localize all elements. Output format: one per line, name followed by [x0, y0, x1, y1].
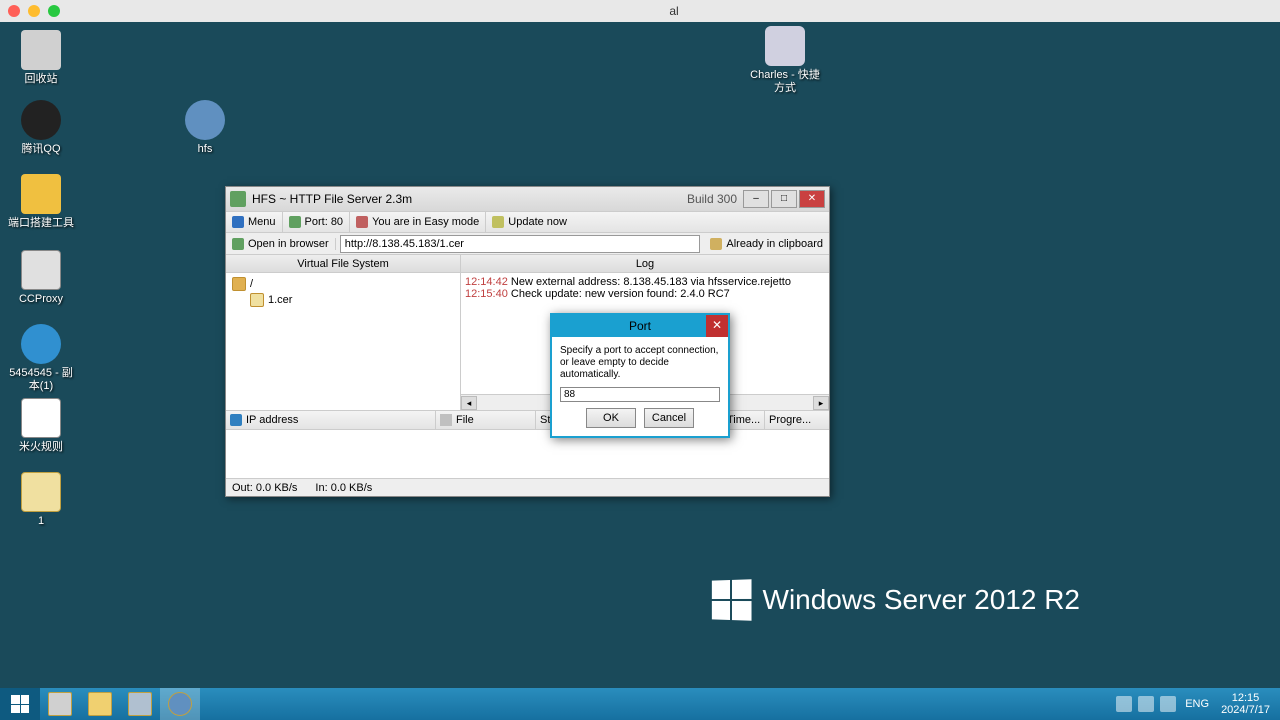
start-icon — [11, 695, 29, 713]
windows-logo-icon — [711, 579, 751, 620]
titlebar[interactable]: HFS ~ HTTP File Server 2.3m Build 300 – … — [226, 187, 829, 211]
easy-mode-button[interactable]: You are in Easy mode — [350, 212, 486, 232]
minimize-button[interactable]: – — [743, 190, 769, 208]
desktop-icon-hfs[interactable]: hfs — [170, 100, 240, 156]
globe-icon — [230, 414, 242, 426]
system-tray: ENG 12:15 2024/7/17 — [1113, 692, 1280, 716]
close-button[interactable]: ✕ — [799, 190, 825, 208]
file-icon — [440, 414, 452, 426]
taskbar-server-manager[interactable] — [40, 688, 80, 720]
mac-zoom[interactable] — [48, 5, 60, 17]
mac-minimize[interactable] — [28, 5, 40, 17]
vfs-panel: Virtual File System / 1.cer — [226, 255, 461, 410]
open-browser-button[interactable]: Open in browser — [226, 238, 336, 250]
tray-language[interactable]: ENG — [1185, 698, 1209, 710]
tree-root[interactable]: / — [232, 276, 454, 292]
tray-network-icon[interactable] — [1138, 696, 1154, 712]
col-progress[interactable]: Progre... — [765, 411, 829, 429]
taskbar-hfs[interactable] — [160, 688, 200, 720]
cancel-button[interactable]: Cancel — [644, 408, 694, 428]
desktop-icon-recycle[interactable]: 回收站 — [6, 30, 76, 86]
hfs-window: HFS ~ HTTP File Server 2.3m Build 300 – … — [225, 186, 830, 497]
status-in: In: 0.0 KB/s — [315, 482, 372, 494]
app-icon — [230, 191, 246, 207]
update-button[interactable]: Update now — [486, 212, 573, 232]
desktop-icon-rules[interactable]: 米火规则 — [6, 398, 76, 454]
port-input[interactable] — [560, 387, 720, 402]
menu-button[interactable]: Menu — [226, 212, 283, 232]
dialog-title: Port — [629, 319, 651, 333]
vfs-tree[interactable]: / 1.cer — [226, 273, 460, 410]
folder-icon — [232, 277, 246, 291]
status-bar: Out: 0.0 KB/s In: 0.0 KB/s — [226, 478, 829, 496]
address-bar: Open in browser Already in clipboard — [226, 233, 829, 255]
desktop-icon-charles[interactable]: Charles - 快捷方式 — [750, 26, 820, 95]
port-dialog: Port ✕ Specify a port to accept connecti… — [550, 313, 730, 438]
tree-item[interactable]: 1.cer — [250, 292, 454, 308]
cert-icon — [250, 293, 264, 307]
clipboard-icon — [710, 238, 722, 250]
desktop-icon-qq[interactable]: 腾讯QQ — [6, 100, 76, 156]
desktop-icon-port-tool[interactable]: 端口搭建工具 — [6, 174, 76, 230]
tray-sound-icon[interactable] — [1160, 696, 1176, 712]
build-label: Build 300 — [687, 192, 737, 206]
desktop-icon-ie[interactable]: 5454545 - 副本(1) — [6, 324, 76, 393]
mac-title: al — [68, 4, 1280, 18]
mac-close[interactable] — [8, 5, 20, 17]
dialog-titlebar[interactable]: Port ✕ — [552, 315, 728, 337]
start-button[interactable] — [0, 688, 40, 720]
scroll-left-icon[interactable]: ◂ — [461, 396, 477, 410]
clipboard-label: Already in clipboard — [704, 238, 829, 250]
mac-titlebar: al — [0, 0, 1280, 22]
desktop-icon-cert[interactable]: 1 — [6, 472, 76, 528]
ok-button[interactable]: OK — [586, 408, 636, 428]
status-out: Out: 0.0 KB/s — [232, 482, 297, 494]
window-title: HFS ~ HTTP File Server 2.3m — [252, 192, 687, 206]
tray-flag-icon[interactable] — [1116, 696, 1132, 712]
dialog-close-button[interactable]: ✕ — [706, 315, 728, 337]
taskbar-explorer[interactable] — [80, 688, 120, 720]
toolbar: Menu Port: 80 You are in Easy mode Updat… — [226, 211, 829, 233]
connections-header: IP address File Status Speed Time... Pro… — [226, 410, 829, 430]
vfs-header: Virtual File System — [226, 255, 460, 273]
col-file[interactable]: File — [436, 411, 536, 429]
os-branding: Windows Server 2012 R2 — [711, 580, 1080, 620]
desktop-icon-ccproxy[interactable]: CCProxy — [6, 250, 76, 306]
dialog-message: Specify a port to accept connection, or … — [560, 345, 720, 381]
connections-body — [226, 430, 829, 478]
maximize-button[interactable]: □ — [771, 190, 797, 208]
log-header: Log — [461, 255, 829, 273]
taskbar: ENG 12:15 2024/7/17 — [0, 688, 1280, 720]
tray-clock[interactable]: 12:15 2024/7/17 — [1221, 692, 1270, 716]
scroll-right-icon[interactable]: ▸ — [813, 396, 829, 410]
col-ip[interactable]: IP address — [226, 411, 436, 429]
taskbar-app1[interactable] — [120, 688, 160, 720]
port-button[interactable]: Port: 80 — [283, 212, 351, 232]
url-input[interactable] — [340, 235, 701, 253]
